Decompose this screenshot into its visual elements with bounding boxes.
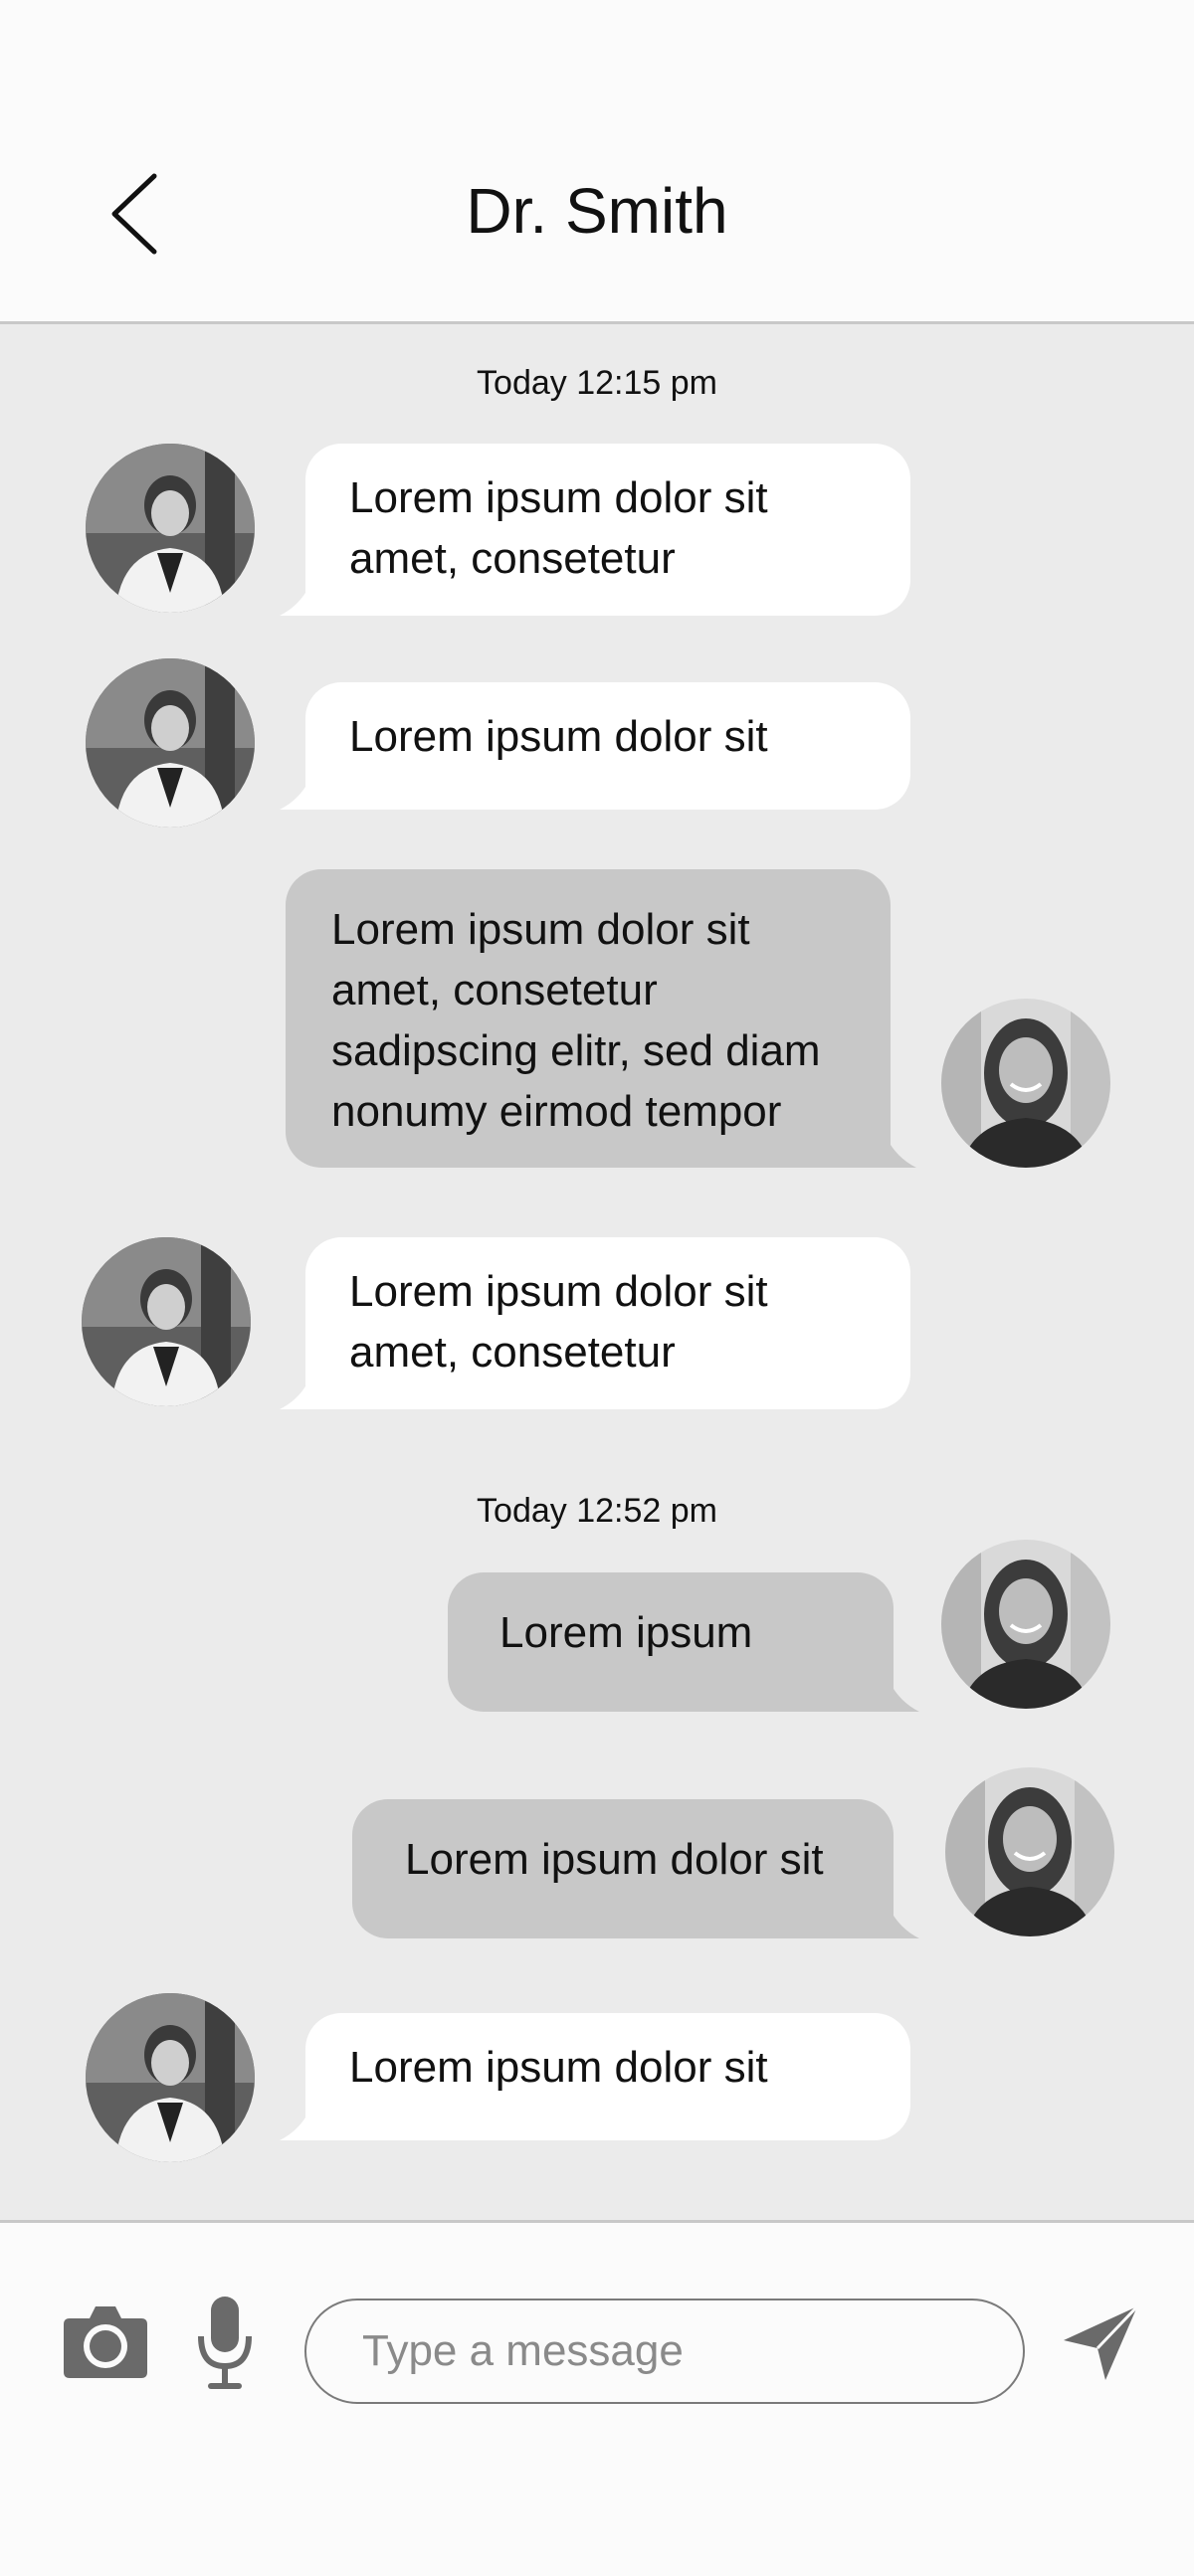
patient-avatar[interactable] (941, 999, 1110, 1168)
message-text: Lorem ipsum (499, 1608, 753, 1657)
timestamp: Today 12:15 pm (477, 364, 717, 402)
patient-avatar[interactable] (941, 1540, 1110, 1709)
message-bubble[interactable]: Lorem ipsum dolor sit amet, consetetur (280, 1237, 910, 1409)
message-bubble[interactable]: Lorem ipsum dolor sit amet, consetetur s… (286, 869, 916, 1168)
page-title: Dr. Smith (466, 175, 728, 247)
send-button[interactable] (1060, 2302, 1141, 2384)
message-input[interactable] (304, 2299, 1025, 2404)
chat-header: Dr. Smith (0, 0, 1194, 324)
message-bubble[interactable]: Lorem ipsum dolor sit (280, 2013, 910, 2140)
message-bubble[interactable]: Lorem ipsum dolor sit (280, 682, 910, 810)
patient-avatar[interactable] (945, 1767, 1114, 1936)
message-text: Lorem ipsum dolor sit amet, consetetur (349, 1267, 768, 1377)
microphone-icon (198, 2297, 252, 2389)
message-text: Lorem ipsum dolor sit (349, 712, 768, 761)
doctor-avatar[interactable] (86, 1993, 255, 2162)
message-text: Lorem ipsum dolor sit amet, consetetur (349, 473, 768, 583)
timestamp: Today 12:52 pm (477, 1492, 717, 1530)
bubble-tail (890, 1909, 919, 1938)
doctor-avatar[interactable] (86, 444, 255, 613)
bubble-tail (280, 2111, 309, 2140)
camera-button[interactable] (62, 2300, 149, 2380)
message-text: Lorem ipsum dolor sit (405, 1835, 824, 1884)
bubble-tail (280, 780, 309, 810)
message-bubble[interactable]: Lorem ipsum dolor sit amet, consetetur (280, 444, 910, 616)
message-bubble[interactable]: Lorem ipsum dolor sit (352, 1799, 919, 1938)
bubble-tail (890, 1682, 919, 1712)
bubble-tail (887, 1138, 916, 1168)
message-composer (0, 2220, 1194, 2576)
bubble-tail (280, 586, 309, 616)
message-text: Lorem ipsum dolor sit amet, consetetur s… (331, 905, 821, 1136)
message-text: Lorem ipsum dolor sit (349, 2043, 768, 2092)
microphone-button[interactable] (195, 2293, 255, 2392)
doctor-avatar[interactable] (82, 1237, 251, 1406)
message-bubble[interactable]: Lorem ipsum (448, 1572, 919, 1712)
doctor-avatar[interactable] (86, 658, 255, 828)
camera-icon (64, 2306, 147, 2378)
message-list[interactable]: Today 12:15 pm Lorem ipsum dolor sit ame… (0, 324, 1194, 2220)
send-icon (1064, 2304, 1139, 2380)
bubble-tail (280, 1380, 309, 1409)
